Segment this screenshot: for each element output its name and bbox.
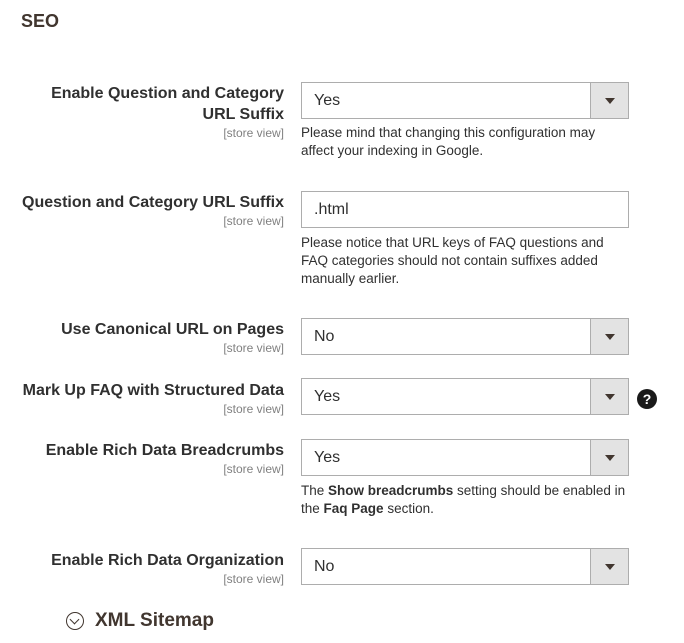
section-heading: XML Sitemap xyxy=(95,610,214,631)
label-text: Mark Up FAQ with Structured Data xyxy=(22,382,284,399)
scope-label: [store view] xyxy=(223,126,284,140)
dropdown-arrow-button[interactable] xyxy=(590,440,628,475)
label-text: Question and Category URL Suffix xyxy=(22,194,284,211)
label-line: Enable Question and Category xyxy=(51,85,284,102)
field-label-structured-data: Mark Up FAQ with Structured Data [store … xyxy=(0,380,284,416)
scope-label: [store view] xyxy=(223,462,284,476)
canonical-url-select[interactable]: No xyxy=(301,318,629,355)
dropdown-arrow-button[interactable] xyxy=(590,379,628,414)
label-line: URL Suffix xyxy=(202,106,284,123)
url-suffix-input[interactable]: .html xyxy=(301,191,629,228)
scope-label: [store view] xyxy=(223,341,284,355)
chevron-down-icon xyxy=(605,564,615,570)
field-note: Please notice that URL keys of FAQ quest… xyxy=(301,235,604,286)
label-text: Enable Rich Data Breadcrumbs xyxy=(45,442,284,459)
input-value: .html xyxy=(314,201,349,218)
help-icon[interactable]: ? xyxy=(637,389,657,409)
field-label-url-suffix-enable: Enable Question and Category URL Suffix … xyxy=(0,83,284,140)
select-value: No xyxy=(314,328,335,345)
dropdown-arrow-button[interactable] xyxy=(590,549,628,584)
field-note: The Show breadcrumbs setting should be e… xyxy=(301,482,631,518)
xml-sitemap-section-toggle[interactable]: XML Sitemap xyxy=(66,607,214,635)
scope-label: [store view] xyxy=(223,402,284,416)
section-title: SEO xyxy=(21,11,60,31)
label-text: Enable Rich Data Organization xyxy=(51,552,284,569)
note-text: section. xyxy=(383,501,434,516)
field-label-url-suffix: Question and Category URL Suffix [store … xyxy=(0,192,284,228)
field-label-canonical-url: Use Canonical URL on Pages [store view] xyxy=(0,319,284,355)
chevron-down-icon xyxy=(605,98,615,104)
select-value: Yes xyxy=(314,92,341,109)
rich-breadcrumbs-select[interactable]: Yes xyxy=(301,439,629,476)
field-label-rich-breadcrumbs: Enable Rich Data Breadcrumbs [store view… xyxy=(0,440,284,476)
scope-label: [store view] xyxy=(223,572,284,586)
field-label-rich-organization: Enable Rich Data Organization [store vie… xyxy=(0,550,284,586)
dropdown-arrow-button[interactable] xyxy=(590,83,628,118)
field-note: Please mind that changing this configura… xyxy=(301,125,596,158)
note-text: The xyxy=(301,483,329,498)
select-value: Yes xyxy=(314,449,341,466)
chevron-down-icon xyxy=(605,394,615,400)
scope-label: [store view] xyxy=(223,214,284,228)
chevron-down-circle-icon xyxy=(66,612,84,630)
label-text: Use Canonical URL on Pages xyxy=(61,321,284,338)
rich-organization-select[interactable]: No xyxy=(301,548,629,585)
structured-data-select[interactable]: Yes xyxy=(301,378,629,415)
select-value: Yes xyxy=(314,388,341,405)
dropdown-arrow-button[interactable] xyxy=(590,319,628,354)
chevron-down-icon xyxy=(605,334,615,340)
select-value: No xyxy=(314,558,335,575)
note-bold-text: Faq Page xyxy=(323,501,384,516)
note-bold-text: Show breadcrumbs xyxy=(328,483,454,498)
chevron-down-icon xyxy=(605,455,615,461)
url-suffix-enable-select[interactable]: Yes xyxy=(301,82,629,119)
